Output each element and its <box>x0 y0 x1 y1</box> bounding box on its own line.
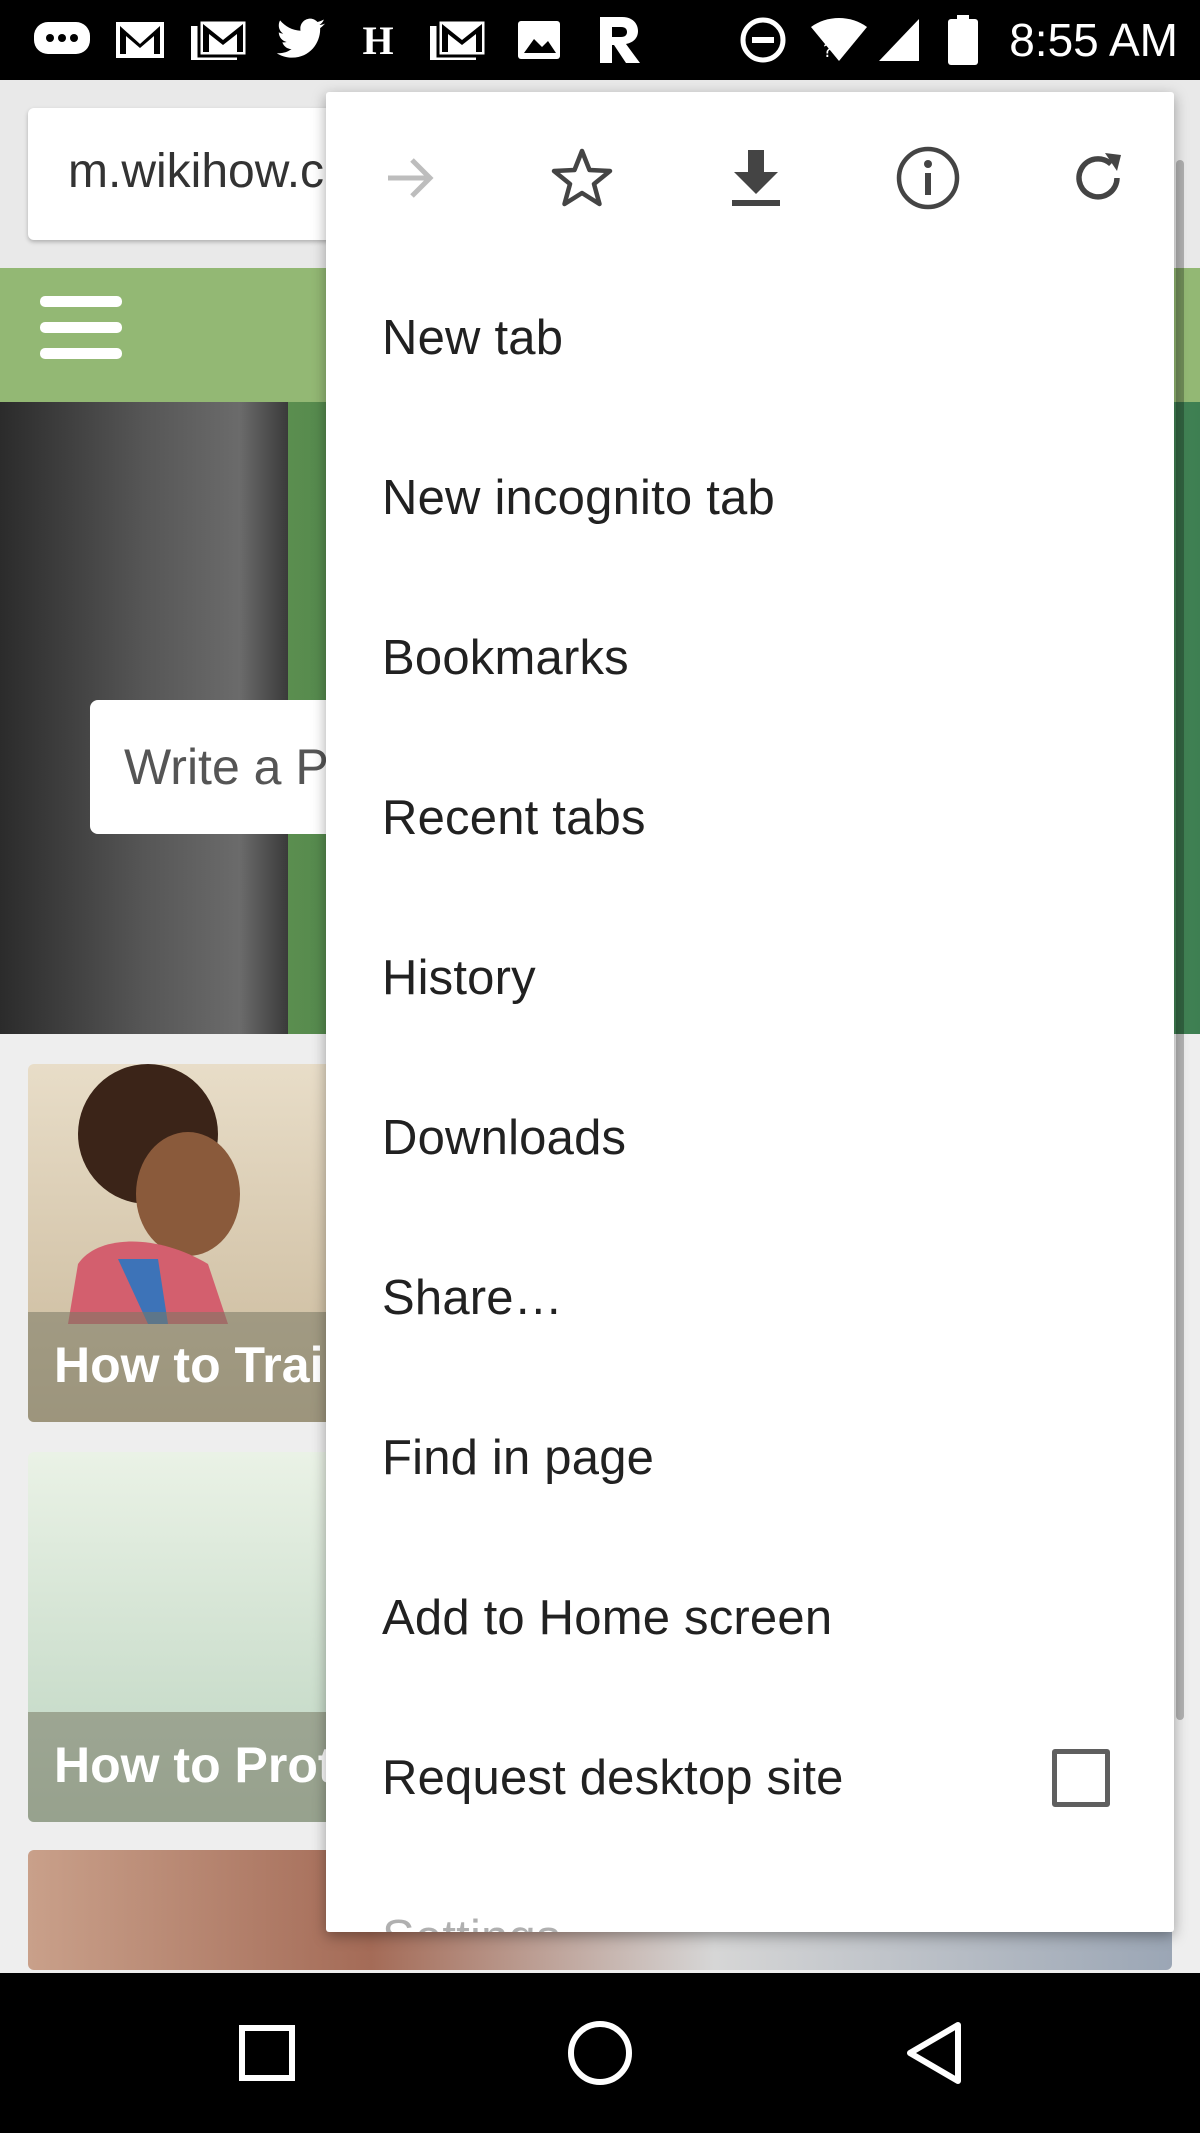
signal-icon <box>876 18 922 62</box>
menu-item-new-incognito-tab[interactable]: New incognito tab <box>326 418 1174 578</box>
hero-search-placeholder: Write a P <box>124 739 329 795</box>
messages-icon <box>30 18 94 62</box>
system-nav-bar <box>0 1973 1200 2133</box>
back-icon[interactable] <box>894 2013 974 2093</box>
menu-item-add-to-home-screen[interactable]: Add to Home screen <box>326 1538 1174 1698</box>
menu-item-share[interactable]: Share… <box>326 1218 1174 1378</box>
menu-item-label: New incognito tab <box>382 471 775 525</box>
menu-item-find-in-page[interactable]: Find in page <box>326 1378 1174 1538</box>
menu-item-bookmarks[interactable]: Bookmarks <box>326 578 1174 738</box>
twitter-icon <box>272 18 330 62</box>
menu-item-label: Bookmarks <box>382 631 629 685</box>
menu-item-settings[interactable]: Settings <box>326 1858 1174 1932</box>
menu-icon-row <box>326 92 1174 262</box>
menu-item-label: Request desktop site <box>382 1751 844 1805</box>
menu-item-label: Find in page <box>382 1431 655 1485</box>
h-icon: H <box>362 17 394 63</box>
gmail-icon <box>428 18 490 62</box>
info-icon[interactable] <box>892 142 964 214</box>
menu-item-history[interactable]: History <box>326 898 1174 1058</box>
menu-item-request-desktop-site[interactable]: Request desktop site <box>326 1698 1174 1858</box>
hamburger-menu-icon[interactable] <box>40 296 122 360</box>
overflow-menu: New tab New incognito tab Bookmarks Rece… <box>326 92 1174 1932</box>
menu-scrollbar[interactable] <box>1176 160 1184 1720</box>
image-icon <box>514 18 564 62</box>
svg-text:?: ? <box>823 41 833 62</box>
reload-icon[interactable] <box>1062 142 1134 214</box>
illustration-person <box>68 1064 240 1324</box>
menu-item-label: New tab <box>382 311 564 365</box>
download-icon[interactable] <box>720 142 792 214</box>
clock: 8:55 AM <box>1009 14 1178 66</box>
bookmark-star-icon[interactable] <box>546 142 618 214</box>
wifi-icon: ? <box>808 18 870 62</box>
battery-icon <box>946 15 980 65</box>
recents-icon[interactable] <box>227 2013 307 2093</box>
menu-item-recent-tabs[interactable]: Recent tabs <box>326 738 1174 898</box>
menu-item-label: History <box>382 951 536 1005</box>
menu-item-label: Downloads <box>382 1111 627 1165</box>
menu-item-new-tab[interactable]: New tab <box>326 258 1174 418</box>
card-title: How to Prot <box>54 1737 335 1793</box>
home-icon[interactable] <box>560 2013 640 2093</box>
menu-item-downloads[interactable]: Downloads <box>326 1058 1174 1218</box>
r-icon <box>592 17 646 63</box>
gmail-icon <box>190 18 250 62</box>
menu-item-label: Settings <box>382 1910 561 1932</box>
forward-icon[interactable] <box>374 142 446 214</box>
card-title: How to Trai <box>54 1337 324 1393</box>
gmail-icon <box>112 18 168 62</box>
menu-item-label: Recent tabs <box>382 791 646 845</box>
menu-item-label: Share… <box>382 1271 563 1325</box>
menu-item-label: Add to Home screen <box>382 1591 833 1645</box>
do-not-disturb-icon <box>738 17 788 63</box>
request-desktop-site-checkbox[interactable] <box>1052 1749 1110 1807</box>
status-bar: H ? 8:55 AM <box>0 0 1200 80</box>
